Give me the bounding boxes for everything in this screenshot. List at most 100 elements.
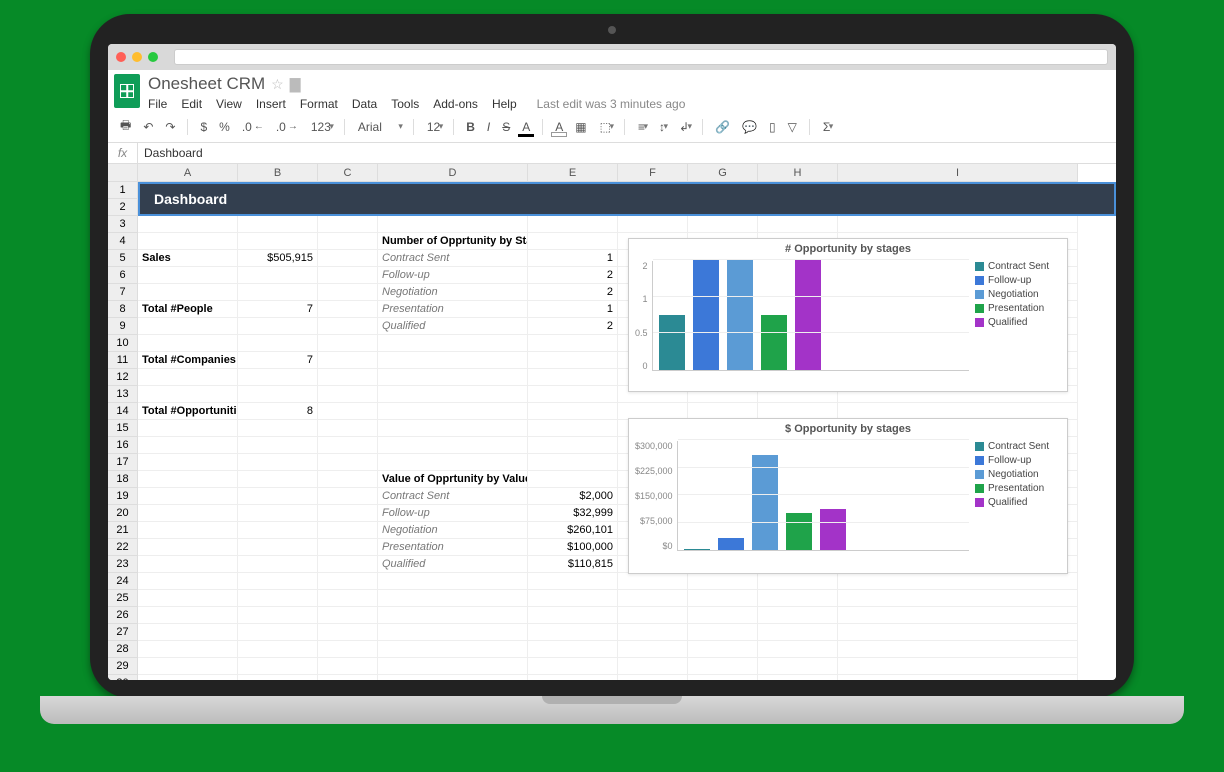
cell-c5[interactable] bbox=[318, 250, 378, 267]
row-header[interactable]: 16 bbox=[108, 437, 138, 454]
font-size-dropdown[interactable]: 12 bbox=[422, 117, 445, 137]
cell-b21[interactable] bbox=[238, 522, 318, 539]
cell-a29[interactable] bbox=[138, 658, 238, 675]
cell-e5[interactable]: 1 bbox=[528, 250, 618, 267]
cell-c27[interactable] bbox=[318, 624, 378, 641]
col-header-i[interactable]: I bbox=[838, 164, 1078, 182]
row-header[interactable]: 5 bbox=[108, 250, 138, 267]
row-header[interactable]: 28 bbox=[108, 641, 138, 658]
row-header[interactable]: 14 bbox=[108, 403, 138, 420]
select-all-corner[interactable] bbox=[108, 164, 138, 182]
cell-a13[interactable] bbox=[138, 386, 238, 403]
cell-d25[interactable] bbox=[378, 590, 528, 607]
print-icon[interactable]: 🖶 bbox=[116, 114, 135, 139]
menu-insert[interactable]: Insert bbox=[256, 97, 286, 111]
row-header[interactable]: 18 bbox=[108, 471, 138, 488]
cell-b19[interactable] bbox=[238, 488, 318, 505]
cell-b12[interactable] bbox=[238, 369, 318, 386]
row-header[interactable]: 9 bbox=[108, 318, 138, 335]
cell-i26[interactable] bbox=[838, 607, 1078, 624]
cell-d7[interactable]: Negotiation bbox=[378, 284, 528, 301]
cell-d16[interactable] bbox=[378, 437, 528, 454]
cell-d23[interactable]: Qualified bbox=[378, 556, 528, 573]
cell-c29[interactable] bbox=[318, 658, 378, 675]
cell-c19[interactable] bbox=[318, 488, 378, 505]
row-header[interactable]: 8 bbox=[108, 301, 138, 318]
comment-icon[interactable]: 💬 bbox=[738, 118, 761, 136]
font-dropdown[interactable]: Arial bbox=[353, 117, 405, 137]
dashboard-title-cell[interactable]: Dashboard bbox=[138, 182, 1116, 216]
menu-edit[interactable]: Edit bbox=[181, 97, 202, 111]
cell-b8[interactable]: 7 bbox=[238, 301, 318, 318]
cell-i27[interactable] bbox=[838, 624, 1078, 641]
row-header[interactable]: 20 bbox=[108, 505, 138, 522]
cell-c20[interactable] bbox=[318, 505, 378, 522]
cell-d28[interactable] bbox=[378, 641, 528, 658]
cell-d15[interactable] bbox=[378, 420, 528, 437]
cell-e28[interactable] bbox=[528, 641, 618, 658]
row-header[interactable]: 11 bbox=[108, 352, 138, 369]
cell-i25[interactable] bbox=[838, 590, 1078, 607]
cell-b18[interactable] bbox=[238, 471, 318, 488]
cell-a12[interactable] bbox=[138, 369, 238, 386]
sheets-logo-icon[interactable] bbox=[114, 74, 140, 108]
row-header[interactable]: 22 bbox=[108, 539, 138, 556]
cell-c25[interactable] bbox=[318, 590, 378, 607]
cell-e30[interactable] bbox=[528, 675, 618, 680]
cell-h26[interactable] bbox=[758, 607, 838, 624]
cell-b10[interactable] bbox=[238, 335, 318, 352]
row-header[interactable]: 13 bbox=[108, 386, 138, 403]
strike-button[interactable]: S bbox=[498, 118, 514, 136]
row-header[interactable]: 27 bbox=[108, 624, 138, 641]
cell-c21[interactable] bbox=[318, 522, 378, 539]
cell-f25[interactable] bbox=[618, 590, 688, 607]
row-header[interactable]: 19 bbox=[108, 488, 138, 505]
folder-icon[interactable]: ▇ bbox=[290, 76, 301, 93]
row-header[interactable]: 2 bbox=[108, 199, 138, 216]
fill-color-button[interactable]: A bbox=[551, 118, 567, 136]
menu-addons[interactable]: Add-ons bbox=[433, 97, 478, 111]
cell-e11[interactable] bbox=[528, 352, 618, 369]
cell-f30[interactable] bbox=[618, 675, 688, 680]
cell-e16[interactable] bbox=[528, 437, 618, 454]
cell-e21[interactable]: $260,101 bbox=[528, 522, 618, 539]
cell-c8[interactable] bbox=[318, 301, 378, 318]
cell-c14[interactable] bbox=[318, 403, 378, 420]
row-header[interactable]: 15 bbox=[108, 420, 138, 437]
cell-b23[interactable] bbox=[238, 556, 318, 573]
cell-a7[interactable] bbox=[138, 284, 238, 301]
cell-b17[interactable] bbox=[238, 454, 318, 471]
cell-c30[interactable] bbox=[318, 675, 378, 680]
cell-d22[interactable]: Presentation bbox=[378, 539, 528, 556]
cell-b6[interactable] bbox=[238, 267, 318, 284]
cell-h28[interactable] bbox=[758, 641, 838, 658]
menu-tools[interactable]: Tools bbox=[391, 97, 419, 111]
format-currency-button[interactable]: $ bbox=[196, 118, 211, 136]
cell-c7[interactable] bbox=[318, 284, 378, 301]
row-header[interactable]: 12 bbox=[108, 369, 138, 386]
cell-c4[interactable] bbox=[318, 233, 378, 250]
row-header[interactable]: 1 bbox=[108, 182, 138, 199]
cell-a27[interactable] bbox=[138, 624, 238, 641]
cell-g26[interactable] bbox=[688, 607, 758, 624]
cell-f26[interactable] bbox=[618, 607, 688, 624]
row-header[interactable]: 6 bbox=[108, 267, 138, 284]
row-header[interactable]: 29 bbox=[108, 658, 138, 675]
cell-e9[interactable]: 2 bbox=[528, 318, 618, 335]
cell-b25[interactable] bbox=[238, 590, 318, 607]
cell-b28[interactable] bbox=[238, 641, 318, 658]
cell-d26[interactable] bbox=[378, 607, 528, 624]
col-header-f[interactable]: F bbox=[618, 164, 688, 182]
cell-g24[interactable] bbox=[688, 573, 758, 590]
cell-d24[interactable] bbox=[378, 573, 528, 590]
cell-b16[interactable] bbox=[238, 437, 318, 454]
formula-input[interactable]: Dashboard bbox=[138, 143, 1116, 163]
cell-d4[interactable]: Number of Opprtunity by Stage bbox=[378, 233, 528, 250]
cell-a4[interactable] bbox=[138, 233, 238, 250]
cell-d30[interactable] bbox=[378, 675, 528, 680]
italic-button[interactable]: I bbox=[483, 118, 494, 136]
cell-b5[interactable]: $505,915 bbox=[238, 250, 318, 267]
cell-a24[interactable] bbox=[138, 573, 238, 590]
row-header[interactable]: 25 bbox=[108, 590, 138, 607]
menu-file[interactable]: File bbox=[148, 97, 167, 111]
